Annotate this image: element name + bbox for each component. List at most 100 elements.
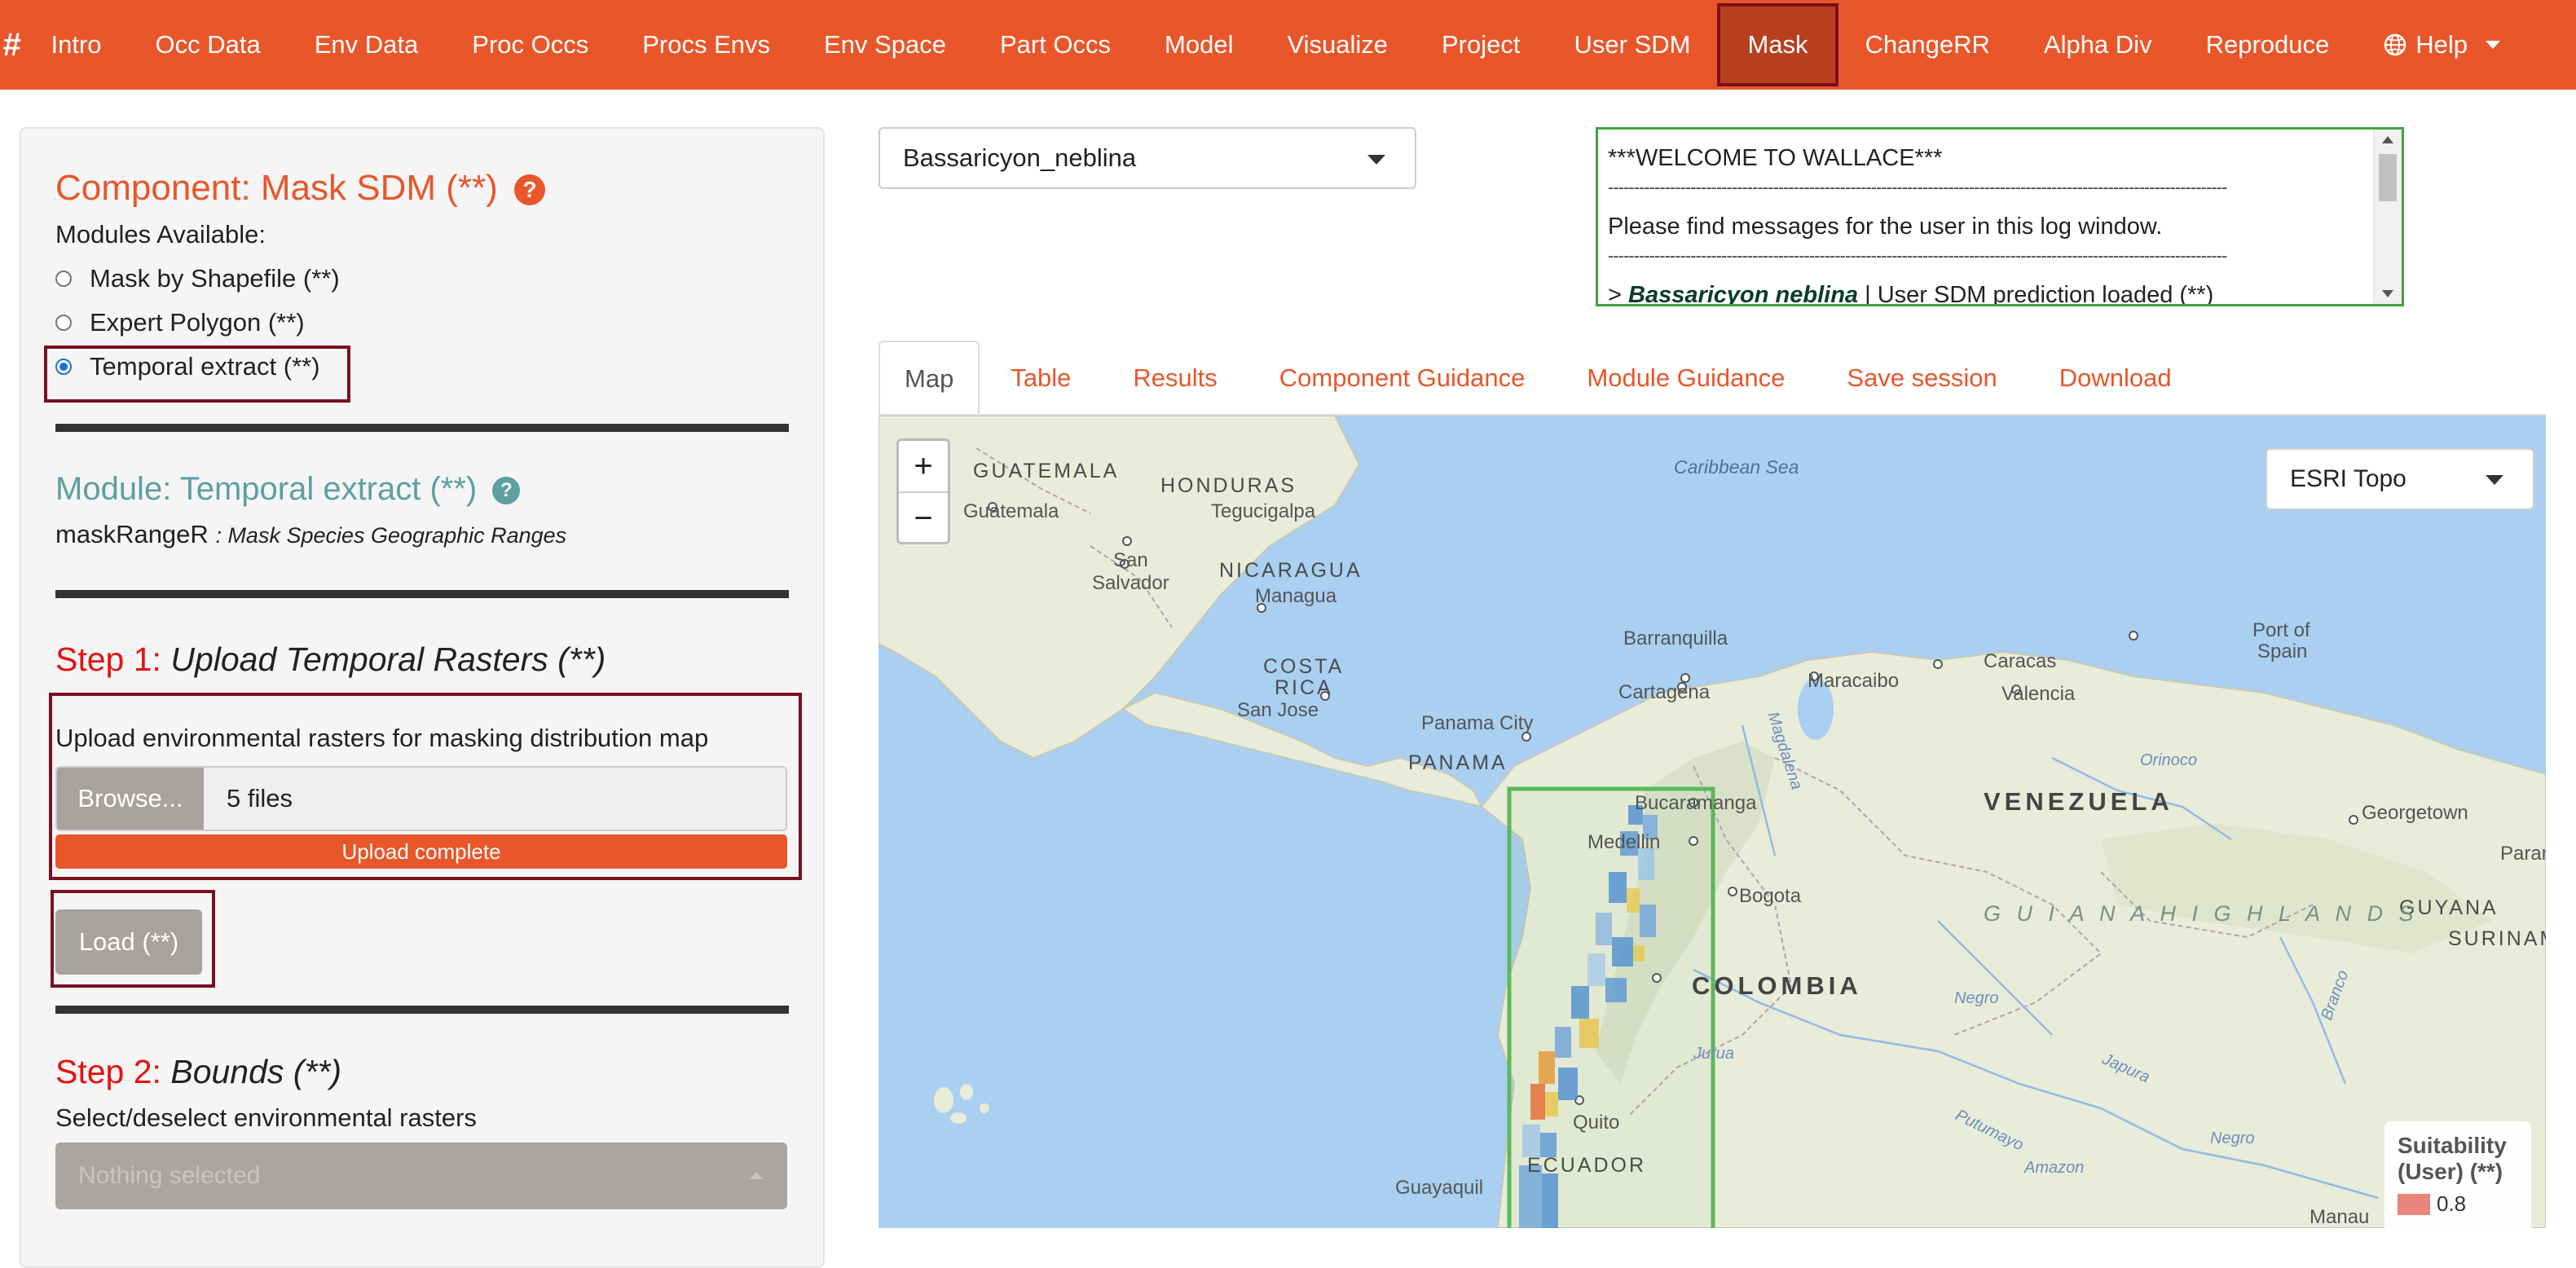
divider bbox=[55, 1006, 789, 1014]
nav-occ-data[interactable]: Occ Data bbox=[129, 0, 288, 90]
step1-text: Upload Temporal Rasters (**) bbox=[170, 641, 606, 678]
nav-project[interactable]: Project bbox=[1415, 0, 1547, 90]
module-title-text: Module: Temporal extract (**) bbox=[55, 471, 478, 507]
upload-progress-bar: Upload complete bbox=[55, 834, 787, 869]
map-label: Orinoco bbox=[2140, 751, 2198, 769]
load-button[interactable]: Load (**) bbox=[55, 909, 202, 975]
step2-title: Step 2: Bounds (**) bbox=[55, 1053, 341, 1091]
results-tabs: Map Table Results Component Guidance Mod… bbox=[878, 341, 2203, 416]
module-title: Module: Temporal extract (**) ? bbox=[55, 471, 521, 508]
log-species: Bassaricyon neblina bbox=[1628, 282, 1859, 306]
map-label: Amazon bbox=[2024, 1159, 2085, 1177]
map-label: Caribbean Sea bbox=[1674, 456, 1799, 478]
map-label: Guayaquil bbox=[1395, 1177, 1484, 1199]
divider bbox=[55, 590, 789, 598]
map-label: COLOMBIA bbox=[1692, 971, 1862, 1000]
step2-text: Bounds (**) bbox=[170, 1053, 342, 1090]
chevron-up-icon bbox=[750, 1172, 763, 1179]
nav-reproduce[interactable]: Reproduce bbox=[2179, 0, 2357, 90]
divider bbox=[55, 424, 789, 432]
globe-icon bbox=[2384, 33, 2406, 56]
sidebar-panel: Component: Mask SDM (**) ? Modules Avail… bbox=[20, 127, 825, 1268]
log-scrollbar[interactable] bbox=[2373, 130, 2402, 304]
tab-table[interactable]: Table bbox=[980, 341, 1102, 416]
map-label: Cartagena bbox=[1618, 681, 1711, 703]
map-label: Param bbox=[2500, 843, 2546, 865]
tab-module-guidance[interactable]: Module Guidance bbox=[1556, 341, 1816, 416]
tab-component-guidance[interactable]: Component Guidance bbox=[1248, 341, 1557, 416]
log-separator: ----------------------------------------… bbox=[1608, 245, 2227, 266]
module-function-desc: : Mask Species Geographic Ranges bbox=[215, 523, 567, 548]
map-label: San bbox=[1113, 549, 1148, 571]
zoom-in-button[interactable]: + bbox=[899, 441, 948, 491]
upload-label: Upload environmental rasters for masking… bbox=[55, 724, 709, 752]
map-legend: Suitability (User) (**) 0.8 bbox=[2384, 1121, 2531, 1228]
map-label: Panama City bbox=[1421, 712, 1534, 734]
map-label: Jurua bbox=[1693, 1045, 1735, 1063]
nav-proc-occs[interactable]: Proc Occs bbox=[445, 0, 615, 90]
tab-results[interactable]: Results bbox=[1102, 341, 1248, 416]
species-dropdown[interactable]: Bassaricyon_neblina bbox=[878, 127, 1416, 189]
nav-help-dropdown[interactable]: Help bbox=[2356, 0, 2527, 90]
leaflet-map[interactable]: GUATEMALA HONDURAS Tegucigalpa Guatemala… bbox=[878, 416, 2546, 1228]
nav-changerr[interactable]: ChangeRR bbox=[1838, 0, 2017, 90]
nav-env-data[interactable]: Env Data bbox=[288, 0, 446, 90]
map-label: Port of bbox=[2252, 619, 2310, 641]
legend-title: Suitability (User) (**) bbox=[2398, 1133, 2507, 1184]
help-label: Help bbox=[2415, 30, 2468, 59]
zoom-out-button[interactable]: − bbox=[899, 491, 948, 544]
nav-mask[interactable]: Mask bbox=[1717, 3, 1838, 86]
map-label: VENEZUELA bbox=[1984, 787, 2173, 816]
map-label: Negro bbox=[2210, 1129, 2255, 1147]
scroll-down-arrow-icon[interactable] bbox=[2382, 290, 2393, 297]
scroll-up-arrow-icon[interactable] bbox=[2382, 136, 2393, 143]
question-icon[interactable]: ? bbox=[492, 477, 521, 505]
scroll-thumb[interactable] bbox=[2379, 154, 2397, 201]
file-name-field: 5 files bbox=[204, 768, 786, 830]
legend-row: 0.8 bbox=[2398, 1191, 2518, 1217]
raster-select-label: Select/deselect environmental rasters bbox=[55, 1103, 477, 1132]
map-label: GUATEMALA bbox=[973, 460, 1120, 482]
nav-model[interactable]: Model bbox=[1138, 0, 1260, 90]
radio-button[interactable] bbox=[55, 271, 72, 287]
zoom-control: + − bbox=[896, 438, 950, 544]
map-label: Bogota bbox=[1739, 885, 1802, 907]
map-label: Managua bbox=[1255, 585, 1337, 607]
tab-download[interactable]: Download bbox=[2028, 341, 2203, 416]
log-line: Please find messages for the user in thi… bbox=[1608, 214, 2163, 240]
log-window[interactable]: ***WELCOME TO WALLACE*** ---------------… bbox=[1596, 127, 2404, 306]
basemap-dropdown[interactable]: ESRI Topo bbox=[2266, 448, 2534, 510]
nav-procs-envs[interactable]: Procs Envs bbox=[615, 0, 797, 90]
map-label: RICA bbox=[1275, 676, 1333, 699]
radio-mask-by-shapefile[interactable]: Mask by Shapefile (**) bbox=[55, 264, 340, 293]
legend-value: 0.8 bbox=[2437, 1191, 2467, 1216]
tab-save-session[interactable]: Save session bbox=[1816, 341, 2028, 416]
radio-button[interactable] bbox=[55, 315, 72, 331]
brand-hash[interactable]: # bbox=[0, 0, 24, 90]
log-prefix: > bbox=[1608, 282, 1628, 306]
nav-env-space[interactable]: Env Space bbox=[797, 0, 973, 90]
radio-expert-polygon[interactable]: Expert Polygon (**) bbox=[55, 308, 305, 337]
nav-intro[interactable]: Intro bbox=[24, 0, 129, 90]
nav-part-occs[interactable]: Part Occs bbox=[973, 0, 1138, 90]
nav-alpha-div[interactable]: Alpha Div bbox=[2017, 0, 2179, 90]
question-icon[interactable]: ? bbox=[514, 174, 546, 206]
galapagos-islands bbox=[934, 1084, 989, 1124]
map-label: Quito bbox=[1573, 1112, 1620, 1134]
step1-title: Step 1: Upload Temporal Rasters (**) bbox=[55, 641, 605, 679]
component-title-text: Component: Mask SDM (**) bbox=[55, 168, 498, 208]
raster-multiselect[interactable]: Nothing selected bbox=[55, 1143, 787, 1209]
map-label: Manau bbox=[2310, 1206, 2370, 1228]
species-dropdown-value: Bassaricyon_neblina bbox=[903, 143, 1137, 172]
browse-button[interactable]: Browse... bbox=[57, 768, 204, 830]
chevron-down-icon bbox=[2486, 41, 2500, 49]
nav-visualize[interactable]: Visualize bbox=[1260, 0, 1415, 90]
map-label: PANAMA bbox=[1408, 751, 1508, 774]
step1-number: Step 1: bbox=[55, 641, 161, 678]
map-label: Barranquilla bbox=[1623, 627, 1728, 649]
tab-map[interactable]: Map bbox=[878, 341, 980, 416]
map-label: Valencia bbox=[2001, 683, 2076, 705]
nav-user-sdm[interactable]: User SDM bbox=[1547, 0, 1717, 90]
map-label: Caracas bbox=[1984, 650, 2057, 672]
file-upload-input[interactable]: Browse... 5 files bbox=[55, 766, 787, 831]
